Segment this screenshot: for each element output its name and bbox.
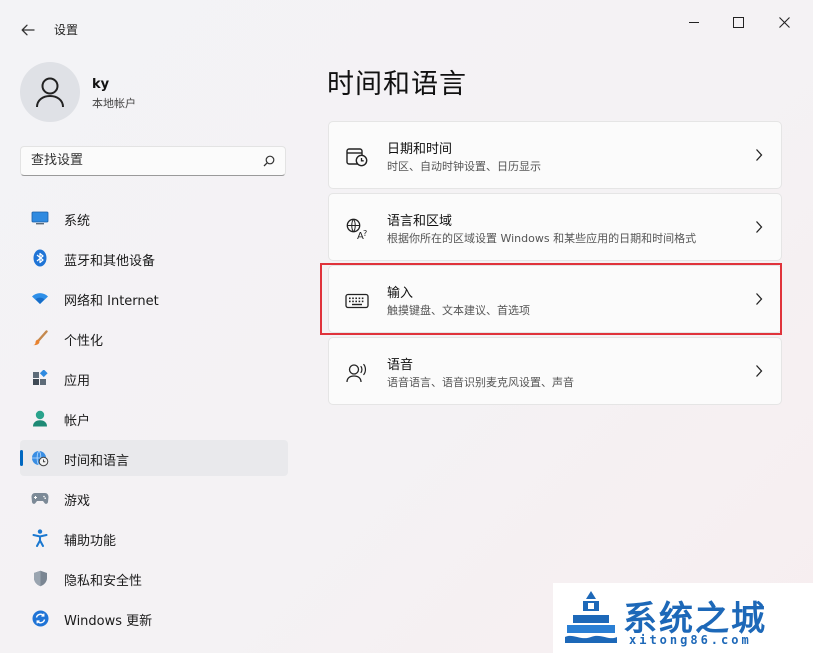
card-subtitle: 语音语言、语音识别麦克风设置、声音 — [387, 376, 574, 389]
search-box[interactable] — [20, 146, 286, 176]
account-name: ky — [92, 77, 110, 92]
card-title: 语音 — [387, 358, 414, 373]
active-indicator — [20, 450, 23, 466]
search-input[interactable] — [31, 153, 251, 168]
sidebar-item-label: 个性化 — [64, 334, 104, 349]
card-subtitle: 根据你所在的区域设置 Windows 和某些应用的日期和时间格式 — [387, 232, 697, 245]
brush-icon — [31, 329, 49, 347]
speech-icon — [345, 362, 369, 384]
person-icon — [31, 409, 49, 427]
sidebar-item-label: 时间和语言 — [64, 454, 130, 469]
sidebar-item-label: 应用 — [64, 374, 91, 389]
close-button[interactable] — [762, 8, 806, 36]
sidebar-item-label: Windows 更新 — [64, 614, 153, 629]
title-bar: 设置 — [0, 0, 813, 48]
maximize-icon — [732, 16, 744, 28]
accessibility-icon — [31, 529, 49, 547]
chevron-right-icon — [756, 221, 763, 233]
sidebar-item-apps[interactable]: 应用 — [20, 360, 288, 396]
person-icon — [36, 77, 64, 108]
globe-clock-icon — [31, 449, 49, 467]
minimize-icon — [689, 21, 699, 23]
castle-logo-icon — [565, 591, 617, 643]
card-date-time[interactable]: 日期和时间 时区、自动时钟设置、日历显示 — [328, 121, 782, 189]
maximize-button[interactable] — [716, 8, 760, 36]
calendar-clock-icon — [345, 146, 369, 168]
card-language-region[interactable]: A? 语言和区域 根据你所在的区域设置 Windows 和某些应用的日期和时间格… — [328, 193, 782, 261]
sidebar-item-personalization[interactable]: 个性化 — [20, 320, 288, 356]
watermark: 系统之城 xitong86.com — [553, 583, 813, 653]
wifi-icon — [31, 289, 49, 307]
card-title: 语言和区域 — [387, 214, 453, 229]
back-button[interactable] — [14, 16, 42, 44]
sidebar-item-label: 网络和 Internet — [64, 294, 159, 309]
shield-icon — [31, 569, 49, 587]
minimize-button[interactable] — [672, 8, 716, 36]
sidebar-item-network[interactable]: 网络和 Internet — [20, 280, 288, 316]
gamepad-icon — [31, 489, 49, 507]
back-arrow-icon — [21, 24, 35, 36]
update-icon — [31, 609, 49, 627]
sidebar-item-label: 辅助功能 — [64, 534, 117, 549]
card-subtitle: 时区、自动时钟设置、日历显示 — [387, 160, 541, 173]
sidebar-item-label: 帐户 — [64, 414, 91, 429]
sidebar-item-label: 系统 — [64, 214, 91, 229]
sidebar-item-label: 蓝牙和其他设备 — [64, 254, 156, 269]
account-type: 本地帐户 — [92, 97, 136, 110]
chevron-right-icon — [756, 365, 763, 377]
avatar[interactable] — [20, 62, 80, 122]
chevron-right-icon — [756, 149, 763, 161]
sidebar-item-privacy[interactable]: 隐私和安全性 — [20, 560, 288, 596]
sidebar-item-label: 隐私和安全性 — [64, 574, 143, 589]
search-icon[interactable] — [263, 155, 275, 167]
monitor-icon — [31, 209, 49, 227]
app-title: 设置 — [54, 23, 79, 37]
sidebar-item-label: 游戏 — [64, 494, 91, 509]
card-speech[interactable]: 语音 语音语言、语音识别麦克风设置、声音 — [328, 337, 782, 405]
sidebar-item-accounts[interactable]: 帐户 — [20, 400, 288, 436]
watermark-domain: xitong86.com — [629, 633, 752, 647]
sidebar-nav: 系统 蓝牙和其他设备 网络和 Internet 个性化 应用 帐户 时间和语言 … — [20, 200, 288, 640]
svg-text:?: ? — [363, 229, 367, 238]
sidebar-item-windows-update[interactable]: Windows 更新 — [20, 600, 288, 636]
bluetooth-icon — [31, 249, 49, 267]
close-icon — [778, 16, 790, 28]
sidebar-item-accessibility[interactable]: 辅助功能 — [20, 520, 288, 556]
language-icon: A? — [345, 218, 369, 240]
apps-icon — [31, 369, 49, 387]
sidebar-item-time-language[interactable]: 时间和语言 — [20, 440, 288, 476]
card-title: 日期和时间 — [387, 142, 453, 157]
sidebar-item-bluetooth[interactable]: 蓝牙和其他设备 — [20, 240, 288, 276]
sidebar-item-system[interactable]: 系统 — [20, 200, 288, 236]
page-title: 时间和语言 — [327, 69, 467, 100]
highlight-box — [320, 263, 782, 335]
sidebar-item-gaming[interactable]: 游戏 — [20, 480, 288, 516]
